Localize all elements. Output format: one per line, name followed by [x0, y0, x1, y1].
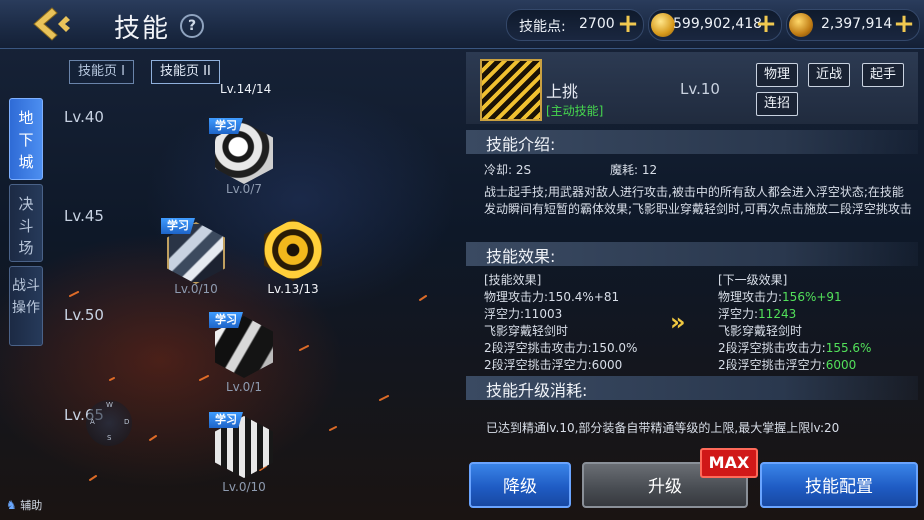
upgrade-cost-text: 已达到精通lv.10,部分装备自带精通等级的上限,最大掌握上限lv:20: [486, 421, 840, 435]
skill-header: 上挑 [主动技能] Lv.10 物理 近战 起手 连招: [466, 52, 918, 124]
cash-value: 2,397,914: [821, 16, 893, 32]
skill-name: 上挑: [546, 82, 579, 101]
cash-bag-icon: [789, 13, 813, 37]
effect-section-header: 技能效果:: [466, 242, 918, 266]
current-effect-2: 浮空力:11003: [484, 307, 563, 321]
effect-title: 技能效果:: [486, 247, 556, 266]
upgrade-title: 技能升级消耗:: [486, 381, 588, 400]
skill-points-label: 技能点:: [519, 19, 566, 35]
skill-node-3[interactable]: [264, 219, 322, 281]
gold-coin-icon: [651, 13, 675, 37]
learn-badge: 学习: [209, 412, 243, 428]
downgrade-button[interactable]: 降级: [469, 462, 571, 508]
cooldown-text: 冷却: 2S: [484, 163, 532, 177]
tab-skill-page-1[interactable]: 技能页 I: [69, 60, 134, 84]
back-arrow-icon: [33, 7, 70, 41]
skill-description: 战士起手技;用武器对敌人进行攻击,被击中的所有敌人都会进入浮空状态;在技能发动瞬…: [484, 185, 912, 216]
tag-physical: 物理: [756, 63, 799, 87]
current-effect-3: 飞影穿戴轻剑时: [484, 324, 569, 338]
next-effect-1: 物理攻击力:156%+91: [718, 289, 914, 306]
intro-title: 技能介绍:: [486, 135, 556, 154]
current-effect-4: 2段浮空挑击攻击力:150.0%: [484, 341, 638, 355]
compass-s: S: [107, 434, 112, 442]
tag-melee: 近战: [808, 63, 851, 87]
top-bar: 技能 ? 技能点: 2700 + 599,902,418 + 2,397,914…: [0, 0, 924, 49]
current-effect-1: 物理攻击力:150.4%+81: [484, 290, 620, 304]
add-cash-button[interactable]: +: [893, 11, 915, 37]
add-skill-points-button[interactable]: +: [617, 11, 639, 37]
next-effect-5-value: 6000: [825, 358, 857, 370]
assist-icon: ♞: [6, 498, 17, 512]
skill-level: Lv.10: [680, 80, 720, 98]
gold-value: 599,902,418: [673, 16, 763, 32]
level-label-45: Lv.45: [64, 207, 104, 225]
next-effect-2-value: 11243: [758, 307, 797, 321]
skill-icon-flame: [264, 219, 322, 281]
next-effect-5-label: 2段浮空挑击浮空力:: [718, 358, 826, 370]
skill-config-button[interactable]: 技能配置: [760, 462, 918, 508]
learn-badge: 学习: [209, 118, 243, 134]
tab-dungeon-label: 地下城: [18, 109, 34, 171]
upgrade-cost-section-header: 技能升级消耗:: [466, 376, 918, 400]
tab-duel[interactable]: 决斗场: [9, 184, 43, 262]
next-effect-1-value: 156%+91: [782, 290, 842, 304]
next-effect-3-label: 飞影穿戴轻剑时: [718, 324, 803, 338]
skill-type: [主动技能]: [546, 104, 604, 118]
cash-counter: 2,397,914 +: [786, 9, 920, 41]
mana-text: 魔耗: 12: [610, 163, 658, 177]
current-effect-list: [技能效果] 物理攻击力:150.4%+81 浮空力:11003 飞影穿戴轻剑时…: [484, 272, 654, 370]
level-label-50: Lv.50: [64, 306, 104, 324]
skill-node-5[interactable]: 学习: [209, 412, 273, 478]
gold-counter: 599,902,418 +: [648, 9, 782, 41]
add-gold-button[interactable]: +: [755, 11, 777, 37]
level-label-40: Lv.40: [64, 108, 104, 126]
next-effect-5: 2段浮空挑击浮空力:6000: [718, 357, 914, 370]
learn-badge: 学习: [161, 218, 195, 234]
tab-combat-controls-label: 战斗操作: [12, 278, 40, 316]
next-effect-4-value: 155.6%: [825, 341, 872, 355]
current-effect-5: 2段浮空挑击浮空力:6000: [484, 358, 623, 370]
next-effect-2: 浮空力:11243: [718, 306, 914, 323]
skill-detail-panel: 上挑 [主动技能] Lv.10 物理 近战 起手 连招 技能介绍: 冷却: 2S…: [466, 52, 918, 460]
skill-5-level: Lv.0/10: [222, 480, 266, 494]
intro-section-header: 技能介绍:: [466, 130, 918, 154]
skill-points-value: 2700: [579, 16, 615, 32]
tab-skill-page-2[interactable]: 技能页 II: [151, 60, 220, 84]
skill-3-level: Lv.13/13: [267, 282, 319, 296]
compass-d: D: [124, 418, 130, 426]
next-effect-header: [下一级效果]: [718, 273, 788, 287]
skill-node-1[interactable]: 学习: [209, 118, 273, 184]
learn-badge: 学习: [209, 312, 243, 328]
compass-widget: W A D S: [86, 400, 132, 446]
tag-combo: 连招: [756, 92, 799, 116]
skill-node-4[interactable]: 学习: [209, 312, 273, 378]
next-effect-2-label: 浮空力:: [718, 307, 759, 321]
next-effect-3: 飞影穿戴轻剑时: [718, 323, 914, 340]
next-effect-4: 2段浮空挑击攻击力:155.6%: [718, 340, 914, 357]
skill-4-level: Lv.0/1: [226, 380, 262, 394]
top-counter: Lv.14/14: [220, 82, 272, 96]
next-effect-list: [下一级效果] 物理攻击力:156%+91 浮空力:11243 飞影穿戴轻剑时 …: [718, 272, 914, 370]
max-badge: MAX: [700, 448, 758, 478]
compass-a: A: [90, 418, 95, 426]
help-icon[interactable]: ?: [180, 14, 204, 38]
next-effect-4-label: 2段浮空挑击攻击力:: [718, 341, 826, 355]
tab-duel-label: 决斗场: [18, 195, 34, 257]
page-title: 技能: [114, 14, 171, 44]
next-effect-1-label: 物理攻击力:: [718, 290, 783, 304]
current-effect-header: [技能效果]: [484, 273, 542, 287]
back-button[interactable]: [30, 6, 74, 42]
skill-1-level: Lv.0/7: [226, 182, 262, 196]
tag-starter: 起手: [862, 63, 905, 87]
skill-2-level: Lv.0/10: [174, 282, 218, 296]
selected-skill-icon: [480, 59, 542, 121]
tab-combat-controls[interactable]: 战斗操作: [9, 266, 43, 346]
compass-w: W: [106, 401, 113, 409]
assist-label: 辅助: [20, 499, 43, 512]
arrow-right-icon: »: [670, 308, 686, 336]
skill-node-2[interactable]: 学习: [161, 218, 225, 284]
assist-toggle[interactable]: ♞ 辅助: [6, 497, 42, 513]
skill-points-counter: 技能点: 2700 +: [506, 9, 644, 41]
tab-dungeon[interactable]: 地下城: [9, 98, 43, 180]
